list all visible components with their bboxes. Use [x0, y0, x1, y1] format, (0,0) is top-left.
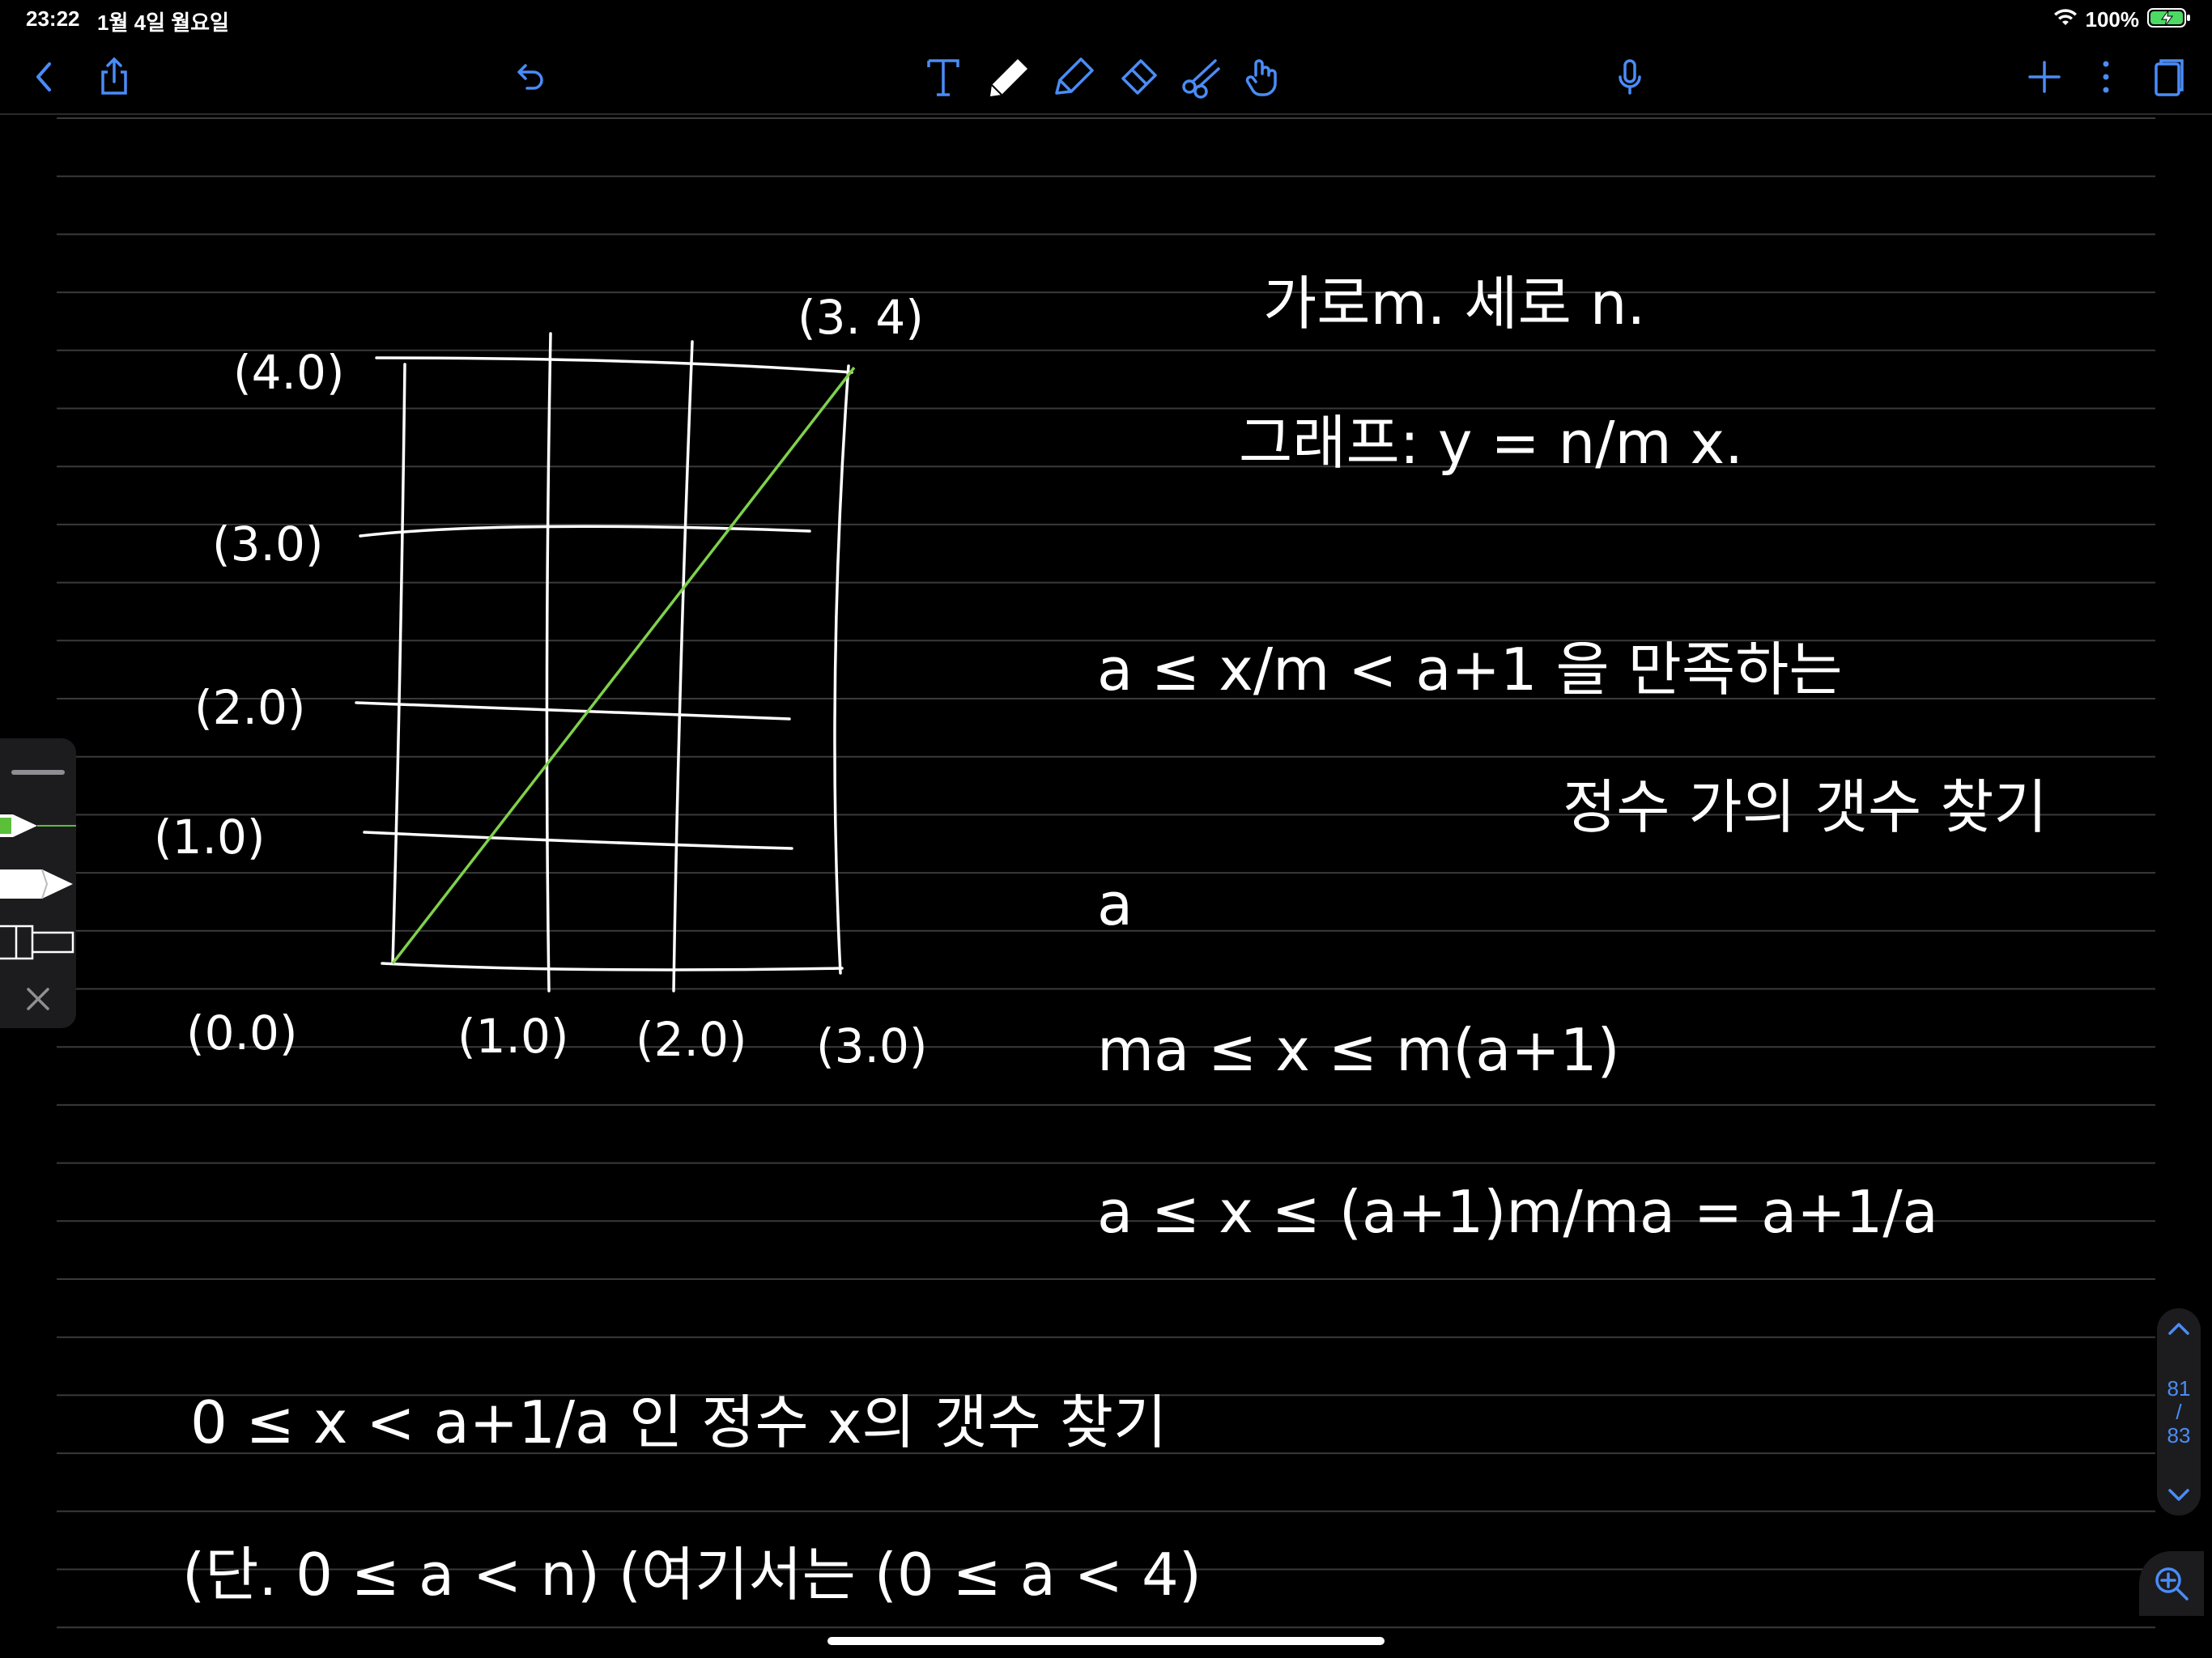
panel-handle[interactable]: [0, 746, 76, 798]
home-indicator[interactable]: [827, 1637, 1385, 1645]
current-page: 81: [2167, 1376, 2191, 1401]
total-pages: 83: [2167, 1423, 2191, 1448]
note-page: (3. 4) (4.0) (3.0) (2.0) (1.0) (0.0) (1.…: [57, 117, 2155, 1629]
diagonal-line: [391, 366, 856, 965]
add-page-icon[interactable]: [2016, 49, 2073, 105]
status-time: 23:22: [26, 6, 80, 31]
handwritten-notes: 가로m. 세로 n. 그래프: y = n/m x. a ≤ x/m < a+1…: [182, 270, 2048, 1609]
pen-favorites-panel: [0, 738, 76, 1028]
close-panel-button[interactable]: [0, 973, 76, 1025]
status-right: 100%: [2053, 5, 2192, 34]
page-separator: /: [2176, 1400, 2182, 1424]
drag-handle-icon: [11, 770, 65, 775]
page-indicator: 81 / 83: [2167, 1349, 2191, 1475]
eraser-tool-icon[interactable]: [1109, 49, 1166, 105]
label-x3: (3.0): [816, 1018, 928, 1073]
green-pen-slot[interactable]: [0, 800, 76, 852]
wifi-icon: [2053, 8, 2078, 32]
label-top-right: (3. 4): [798, 290, 924, 345]
pages-icon[interactable]: [2139, 49, 2196, 105]
page-navigator: 81 / 83: [2157, 1308, 2201, 1516]
back-icon[interactable]: [16, 49, 73, 105]
pen-tool-icon[interactable]: [980, 49, 1036, 105]
lasso-tool-icon[interactable]: [1172, 49, 1229, 105]
label-y1: (1.0): [154, 810, 266, 865]
note-line-3: a ≤ x/m < a+1 을 만족하는: [1097, 636, 1843, 704]
label-y2: (2.0): [194, 680, 306, 735]
note-line-7: a ≤ x ≤ (a+1)m/ma = a+1/a: [1097, 1178, 1938, 1246]
note-line-9: (단. 0 ≤ a < n) (여기서는 (0 ≤ a < 4): [182, 1541, 1202, 1609]
note-line-1: 가로m. 세로 n.: [1263, 270, 1645, 338]
marker-slot[interactable]: [0, 916, 76, 968]
white-pen-icon: [0, 869, 73, 899]
note-line-5: a: [1097, 870, 1133, 938]
pointer-tool-icon[interactable]: [1234, 49, 1291, 105]
page-up-button[interactable]: [2157, 1308, 2201, 1349]
label-x1: (1.0): [457, 1009, 569, 1064]
chevron-down-icon: [2168, 1489, 2189, 1501]
page-down-button[interactable]: [2157, 1475, 2201, 1516]
label-x2: (2.0): [636, 1012, 747, 1067]
note-line-6: ma ≤ x ≤ m(a+1): [1097, 1016, 1620, 1084]
label-y4: (4.0): [233, 345, 345, 400]
label-origin: (0.0): [186, 1005, 298, 1061]
white-pen-slot[interactable]: [0, 858, 76, 910]
note-line-8: 0 ≤ x < a+1/a 인 정수 x의 갯수 찾기: [190, 1388, 1167, 1456]
undo-icon[interactable]: [500, 49, 557, 105]
close-icon: [27, 988, 49, 1010]
label-y3: (3.0): [212, 517, 324, 572]
zoom-in-icon: [2155, 1567, 2189, 1601]
text-tool-icon[interactable]: [915, 49, 972, 105]
highlighter-tool-icon[interactable]: [1044, 49, 1101, 105]
note-line-4: 정수 가의 갯수 찾기: [1563, 773, 2048, 841]
zoom-button[interactable]: [2139, 1551, 2204, 1616]
microphone-icon[interactable]: [1602, 49, 1658, 105]
more-icon[interactable]: [2078, 49, 2134, 105]
marker-icon: [0, 925, 74, 960]
status-date: 1월 4일 월요일: [97, 11, 229, 35]
note-line-2: 그래프: y = n/m x.: [1239, 409, 1743, 477]
chevron-up-icon: [2168, 1323, 2189, 1335]
green-pen-icon: [0, 814, 76, 837]
battery-charging-icon: [2147, 7, 2191, 32]
battery-percent: 100%: [2085, 6, 2140, 32]
grid-labels: (3. 4) (4.0) (3.0) (2.0) (1.0) (0.0) (1.…: [154, 290, 928, 1073]
hand-drawn-grid: [355, 332, 853, 993]
note-canvas[interactable]: (3. 4) (4.0) (3.0) (2.0) (1.0) (0.0) (1.…: [0, 115, 2212, 1658]
toolbar: [0, 39, 2212, 115]
status-bar: 23:22 1월 4일 월요일 100%: [0, 0, 2212, 39]
share-icon[interactable]: [86, 49, 143, 105]
